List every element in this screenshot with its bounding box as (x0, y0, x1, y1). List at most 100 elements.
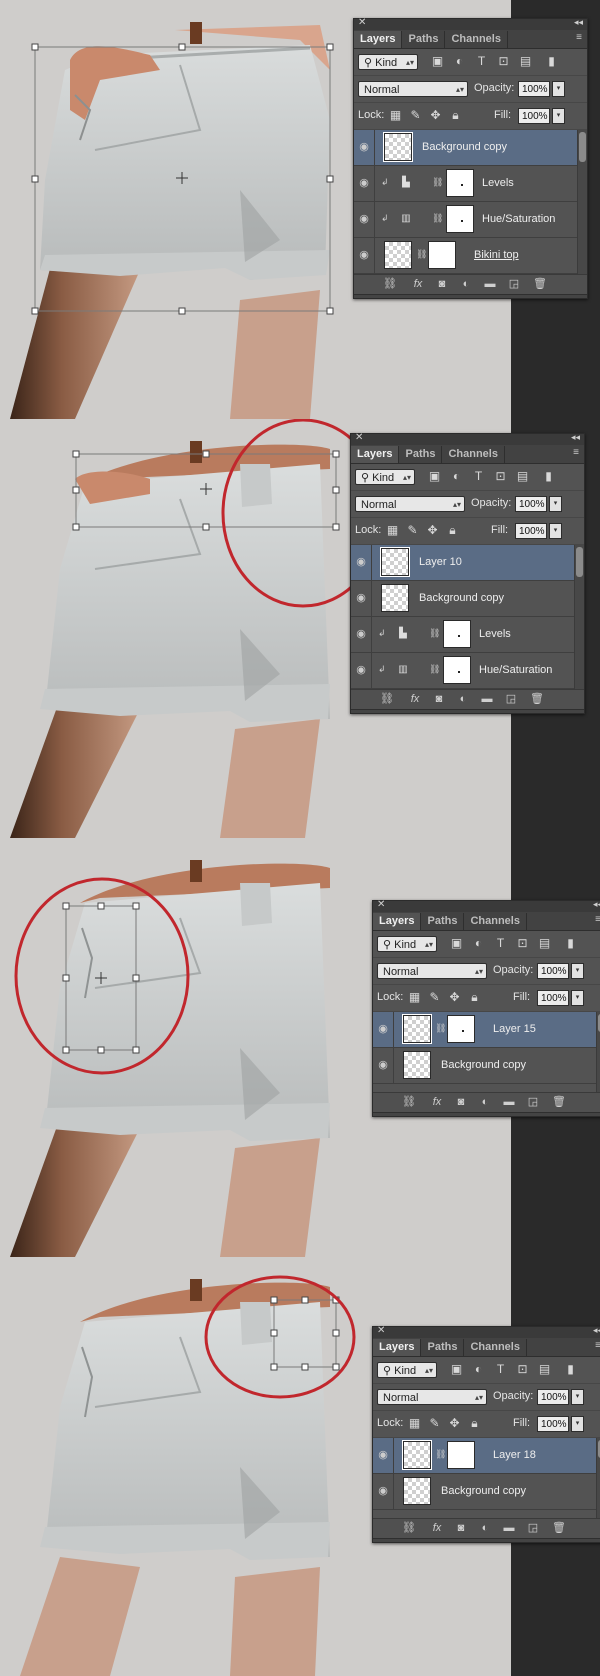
opacity-dropdown-icon[interactable]: ▾ (549, 496, 562, 512)
lock-transparent-icon[interactable]: ▦ (388, 108, 403, 123)
fx-icon[interactable]: fx (429, 1521, 445, 1535)
link-layers-icon[interactable]: ⛓︎ (401, 1521, 417, 1535)
shape-filter-icon[interactable]: ⊡ (515, 1362, 530, 1377)
layer-row[interactable]: ◉ ⛓︎ Layer 18 (373, 1438, 600, 1474)
lock-position-icon[interactable]: ✥ (447, 1416, 462, 1431)
type-filter-icon[interactable]: T (493, 936, 508, 951)
visibility-eye-icon[interactable]: ◉ (373, 1012, 394, 1047)
close-icon[interactable]: ✕ (355, 432, 363, 443)
lock-image-icon[interactable]: ✎ (427, 990, 442, 1005)
fill-dropdown-icon[interactable]: ▾ (549, 523, 562, 539)
trash-icon[interactable]: 🗑︎ (551, 1095, 567, 1109)
tab-layers[interactable]: Layers (351, 446, 400, 463)
fill-dropdown-icon[interactable]: ▾ (571, 1416, 584, 1432)
lock-position-icon[interactable]: ✥ (447, 990, 462, 1005)
image-filter-icon[interactable]: ▣ (427, 469, 442, 484)
tab-paths[interactable]: Paths (399, 446, 443, 463)
tab-channels[interactable]: Channels (445, 31, 508, 48)
smartobject-filter-icon[interactable]: ▤ (518, 54, 533, 69)
lock-transparent-icon[interactable]: ▦ (407, 1416, 422, 1431)
tab-channels[interactable]: Channels (464, 1339, 527, 1356)
close-icon[interactable]: ✕ (377, 1325, 385, 1336)
new-adjustment-icon[interactable]: ◐ (458, 277, 474, 291)
new-layer-icon[interactable]: ◲ (525, 1095, 541, 1109)
layer-name[interactable]: Levels (482, 177, 514, 189)
chain-link-icon[interactable]: ⛓︎ (429, 664, 440, 675)
adjustment-filter-icon[interactable]: ◐ (452, 54, 467, 69)
trash-icon[interactable]: 🗑︎ (551, 1521, 567, 1535)
layer-row[interactable]: ◉ ↲ ▙ ⛓︎ Levels (351, 617, 584, 653)
visibility-eye-icon[interactable]: ◉ (351, 545, 372, 580)
image-filter-icon[interactable]: ▣ (449, 936, 464, 951)
visibility-eye-icon[interactable]: ◉ (373, 1438, 394, 1473)
image-filter-icon[interactable]: ▣ (430, 54, 445, 69)
blend-mode-select[interactable]: Normal ▴▾ (355, 496, 465, 512)
layer-row[interactable]: ◉ Background copy (373, 1474, 600, 1510)
panel-resize-grip[interactable] (373, 1538, 600, 1542)
add-mask-icon[interactable]: ◙ (453, 1521, 469, 1535)
scroll-thumb[interactable] (579, 132, 586, 162)
opacity-field[interactable]: 100% (515, 496, 547, 512)
image-filter-icon[interactable]: ▣ (449, 1362, 464, 1377)
panel-resize-grip[interactable] (354, 294, 587, 298)
panel-menu-icon[interactable]: ≡ (595, 914, 600, 925)
add-mask-icon[interactable]: ◙ (434, 277, 450, 291)
layer-row[interactable]: ◉ ↲ ▥ ⛓︎ Hue/Saturation (354, 202, 587, 238)
new-adjustment-icon[interactable]: ◐ (477, 1521, 493, 1535)
new-group-icon[interactable]: ▬ (479, 692, 495, 706)
chain-link-icon[interactable]: ⛓︎ (432, 213, 443, 224)
layer-row[interactable]: ◉ ↲ ▥ ⛓︎ Hue/Saturation (351, 653, 584, 689)
tab-layers[interactable]: Layers (373, 1339, 422, 1356)
tab-paths[interactable]: Paths (402, 31, 446, 48)
smartobject-filter-icon[interactable]: ▤ (537, 1362, 552, 1377)
tab-layers[interactable]: Layers (373, 913, 422, 930)
lock-all-icon[interactable]: 🔒︎ (467, 990, 482, 1005)
type-filter-icon[interactable]: T (493, 1362, 508, 1377)
visibility-eye-icon[interactable]: ◉ (354, 238, 375, 273)
fx-icon[interactable]: fx (410, 277, 426, 291)
layers-scrollbar[interactable] (574, 545, 584, 689)
fill-field[interactable]: 100% (537, 990, 569, 1006)
chain-link-icon[interactable]: ⛓︎ (432, 177, 443, 188)
lock-all-icon[interactable]: 🔒︎ (445, 523, 460, 538)
opacity-field[interactable]: 100% (537, 963, 569, 979)
chain-link-icon[interactable]: ⛓︎ (435, 1023, 446, 1034)
opacity-field[interactable]: 100% (518, 81, 550, 97)
layer-name[interactable]: Hue/Saturation (482, 213, 555, 225)
lock-image-icon[interactable]: ✎ (427, 1416, 442, 1431)
lock-position-icon[interactable]: ✥ (425, 523, 440, 538)
chain-link-icon[interactable]: ⛓︎ (435, 1449, 446, 1460)
fill-dropdown-icon[interactable]: ▾ (571, 990, 584, 1006)
new-group-icon[interactable]: ▬ (501, 1521, 517, 1535)
layer-name[interactable]: Background copy (419, 592, 504, 604)
opacity-field[interactable]: 100% (537, 1389, 569, 1405)
close-icon[interactable]: ✕ (377, 899, 385, 910)
link-layers-icon[interactable]: ⛓︎ (382, 277, 398, 291)
visibility-eye-icon[interactable]: ◉ (354, 166, 375, 201)
lock-image-icon[interactable]: ✎ (408, 108, 423, 123)
lock-transparent-icon[interactable]: ▦ (407, 990, 422, 1005)
lock-image-icon[interactable]: ✎ (405, 523, 420, 538)
visibility-eye-icon[interactable]: ◉ (354, 202, 375, 237)
layer-name[interactable]: Hue/Saturation (479, 664, 552, 676)
visibility-eye-icon[interactable]: ◉ (351, 581, 372, 616)
fx-icon[interactable]: fx (407, 692, 423, 706)
collapse-icon[interactable]: ◂◂ (574, 17, 583, 28)
blend-mode-select[interactable]: Normal ▴▾ (358, 81, 468, 97)
opacity-dropdown-icon[interactable]: ▾ (571, 963, 584, 979)
layer-row[interactable]: ◉ Background copy (354, 130, 587, 166)
close-icon[interactable]: ✕ (358, 17, 366, 28)
tab-paths[interactable]: Paths (421, 1339, 465, 1356)
panel-resize-grip[interactable] (373, 1112, 600, 1116)
layer-row[interactable]: ◉ ↲ ▙ ⛓︎ Levels (354, 166, 587, 202)
tab-channels[interactable]: Channels (442, 446, 505, 463)
layer-name[interactable]: Background copy (441, 1485, 526, 1497)
layer-name[interactable]: Layer 18 (493, 1449, 536, 1461)
layer-name[interactable]: Layer 10 (419, 556, 462, 568)
type-filter-icon[interactable]: T (471, 469, 486, 484)
new-adjustment-icon[interactable]: ◐ (455, 692, 471, 706)
panel-menu-icon[interactable]: ≡ (573, 447, 579, 458)
shape-filter-icon[interactable]: ⊡ (496, 54, 511, 69)
blend-mode-select[interactable]: Normal ▴▾ (377, 963, 487, 979)
visibility-eye-icon[interactable]: ◉ (351, 617, 372, 652)
